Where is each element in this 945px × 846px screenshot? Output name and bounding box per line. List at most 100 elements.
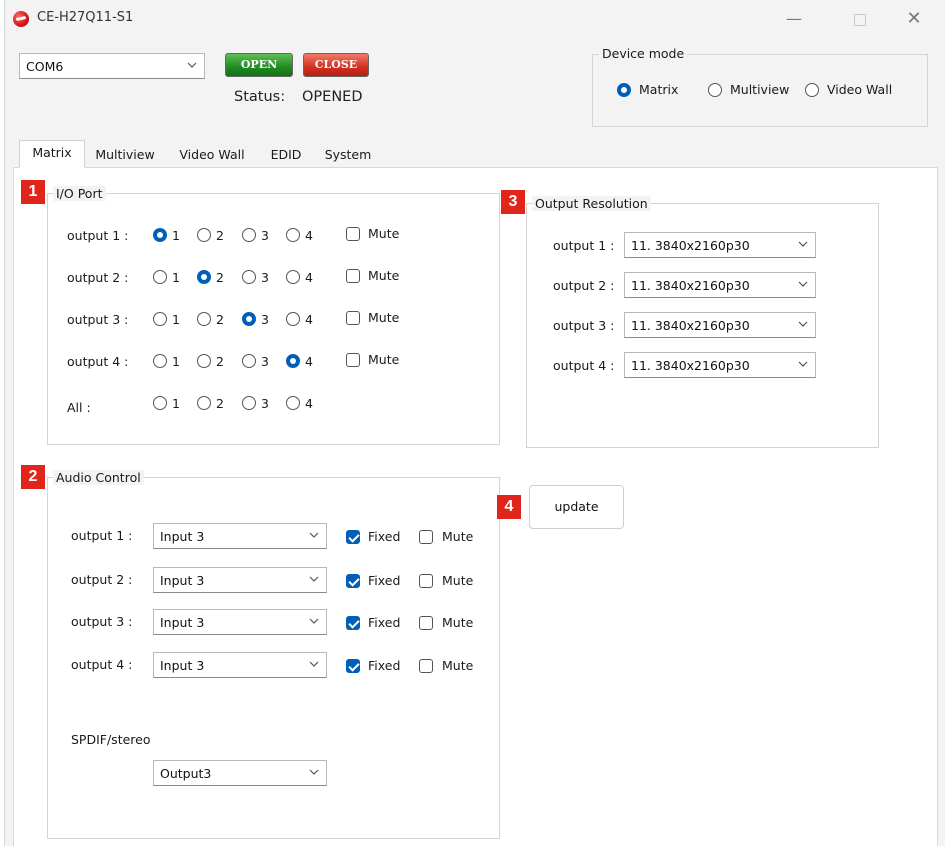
io-output-3-input-1-radio[interactable] bbox=[153, 312, 167, 326]
resolution-output-1-select[interactable]: 11. 3840x2160p30 bbox=[624, 232, 816, 258]
io-output-2-input-1-radio[interactable] bbox=[153, 270, 167, 284]
resolution-output-label: output 1 : bbox=[553, 238, 615, 253]
maximize-button[interactable] bbox=[843, 6, 877, 32]
io-output-4-input-3-radio[interactable] bbox=[242, 354, 256, 368]
io-option-label: 2 bbox=[216, 270, 224, 285]
audio-source-value: Input 3 bbox=[160, 615, 205, 630]
io-option-label: 2 bbox=[216, 228, 224, 243]
resolution-value: 11. 3840x2160p30 bbox=[631, 318, 750, 333]
io-output-label: output 3 : bbox=[67, 312, 129, 327]
close-button[interactable]: CLOSE bbox=[303, 53, 369, 77]
io-output-4-mute-checkbox[interactable] bbox=[346, 353, 360, 367]
mode-multiview-radio[interactable] bbox=[708, 83, 722, 97]
audio-output-label: output 3 : bbox=[71, 614, 133, 629]
tab-matrix[interactable]: Matrix bbox=[19, 140, 85, 168]
badge-4: 4 bbox=[497, 495, 521, 519]
chevron-down-icon bbox=[308, 615, 320, 627]
audio-source-value: Input 3 bbox=[160, 529, 205, 544]
resolution-value: 11. 3840x2160p30 bbox=[631, 238, 750, 253]
io-output-label: output 2 : bbox=[67, 270, 129, 285]
io-output-1-input-4-radio[interactable] bbox=[286, 228, 300, 242]
update-button[interactable]: update bbox=[529, 485, 624, 529]
resolution-output-label: output 4 : bbox=[553, 358, 615, 373]
io-all-input-2-radio[interactable] bbox=[197, 396, 211, 410]
mode-videowall-radio[interactable] bbox=[805, 83, 819, 97]
tab-edid[interactable]: EDID bbox=[261, 142, 311, 168]
io-output-3-mute-checkbox[interactable] bbox=[346, 311, 360, 325]
mode-videowall-label: Video Wall bbox=[827, 82, 893, 97]
open-button[interactable]: OPEN bbox=[225, 53, 293, 77]
mute-label: Mute bbox=[368, 310, 400, 325]
com-port-select[interactable]: COM6 bbox=[19, 53, 205, 79]
io-option-label: 1 bbox=[172, 396, 180, 411]
spdif-select[interactable]: Output3 bbox=[153, 760, 327, 786]
audio-output-2-select[interactable]: Input 3 bbox=[153, 567, 327, 593]
chevron-down-icon bbox=[308, 529, 320, 541]
resolution-output-4-select[interactable]: 11. 3840x2160p30 bbox=[624, 352, 816, 378]
audio-output-label: output 2 : bbox=[71, 572, 133, 587]
close-window-button[interactable]: ✕ bbox=[897, 6, 931, 32]
audio-output-3-select[interactable]: Input 3 bbox=[153, 609, 327, 635]
resolution-output-2-select[interactable]: 11. 3840x2160p30 bbox=[624, 272, 816, 298]
io-output-4-input-4-radio[interactable] bbox=[286, 354, 300, 368]
chevron-down-icon bbox=[308, 766, 320, 778]
badge-2: 2 bbox=[21, 465, 45, 489]
io-option-label: 4 bbox=[305, 228, 313, 243]
io-option-label: 3 bbox=[261, 396, 269, 411]
io-output-2-input-4-radio[interactable] bbox=[286, 270, 300, 284]
mute-label: Mute bbox=[442, 529, 474, 544]
io-output-1-mute-checkbox[interactable] bbox=[346, 227, 360, 241]
fixed-label: Fixed bbox=[368, 573, 401, 588]
io-all-input-3-radio[interactable] bbox=[242, 396, 256, 410]
audio-output-3-mute-checkbox[interactable] bbox=[419, 616, 433, 630]
audio-output-3-fixed-checkbox[interactable] bbox=[346, 616, 360, 630]
mute-label: Mute bbox=[442, 658, 474, 673]
fixed-label: Fixed bbox=[368, 615, 401, 630]
mute-label: Mute bbox=[442, 573, 474, 588]
audio-output-1-select[interactable]: Input 3 bbox=[153, 523, 327, 549]
badge-1: 1 bbox=[21, 180, 45, 204]
io-option-label: 1 bbox=[172, 270, 180, 285]
io-output-3-input-3-radio[interactable] bbox=[242, 312, 256, 326]
title-bar: CE-H27Q11-S1 — ✕ bbox=[5, 0, 945, 38]
io-output-4-input-1-radio[interactable] bbox=[153, 354, 167, 368]
io-option-label: 4 bbox=[305, 270, 313, 285]
app-logo-icon bbox=[13, 11, 29, 27]
audio-output-1-fixed-checkbox[interactable] bbox=[346, 530, 360, 544]
audio-output-2-mute-checkbox[interactable] bbox=[419, 574, 433, 588]
chevron-down-icon bbox=[308, 573, 320, 585]
mode-matrix-radio[interactable] bbox=[617, 83, 631, 97]
resolution-value: 11. 3840x2160p30 bbox=[631, 278, 750, 293]
io-all-input-4-radio[interactable] bbox=[286, 396, 300, 410]
io-output-2-mute-checkbox[interactable] bbox=[346, 269, 360, 283]
window-title: CE-H27Q11-S1 bbox=[37, 10, 134, 25]
audio-output-4-mute-checkbox[interactable] bbox=[419, 659, 433, 673]
io-output-1-input-3-radio[interactable] bbox=[242, 228, 256, 242]
app-window: CE-H27Q11-S1 — ✕ COM6 OPEN CLOSE Status:… bbox=[4, 0, 945, 846]
audio-control-title: Audio Control bbox=[53, 470, 144, 485]
mute-label: Mute bbox=[368, 352, 400, 367]
resolution-output-label: output 3 : bbox=[553, 318, 615, 333]
tab-multiview[interactable]: Multiview bbox=[87, 142, 163, 168]
io-output-2-input-2-radio[interactable] bbox=[197, 270, 211, 284]
audio-output-1-mute-checkbox[interactable] bbox=[419, 530, 433, 544]
io-output-3-input-4-radio[interactable] bbox=[286, 312, 300, 326]
minimize-button[interactable]: — bbox=[777, 6, 811, 32]
tab-video-wall[interactable]: Video Wall bbox=[165, 142, 259, 168]
io-option-label: 1 bbox=[172, 312, 180, 327]
io-option-label: 2 bbox=[216, 312, 224, 327]
audio-source-value: Input 3 bbox=[160, 658, 205, 673]
io-all-input-1-radio[interactable] bbox=[153, 396, 167, 410]
audio-output-2-fixed-checkbox[interactable] bbox=[346, 574, 360, 588]
audio-output-label: output 1 : bbox=[71, 528, 133, 543]
io-output-1-input-1-radio[interactable] bbox=[153, 228, 167, 242]
audio-output-4-fixed-checkbox[interactable] bbox=[346, 659, 360, 673]
io-output-3-input-2-radio[interactable] bbox=[197, 312, 211, 326]
io-output-4-input-2-radio[interactable] bbox=[197, 354, 211, 368]
io-output-2-input-3-radio[interactable] bbox=[242, 270, 256, 284]
tab-system[interactable]: System bbox=[317, 142, 379, 168]
resolution-output-3-select[interactable]: 11. 3840x2160p30 bbox=[624, 312, 816, 338]
io-option-label: 3 bbox=[261, 270, 269, 285]
io-output-1-input-2-radio[interactable] bbox=[197, 228, 211, 242]
audio-output-4-select[interactable]: Input 3 bbox=[153, 652, 327, 678]
